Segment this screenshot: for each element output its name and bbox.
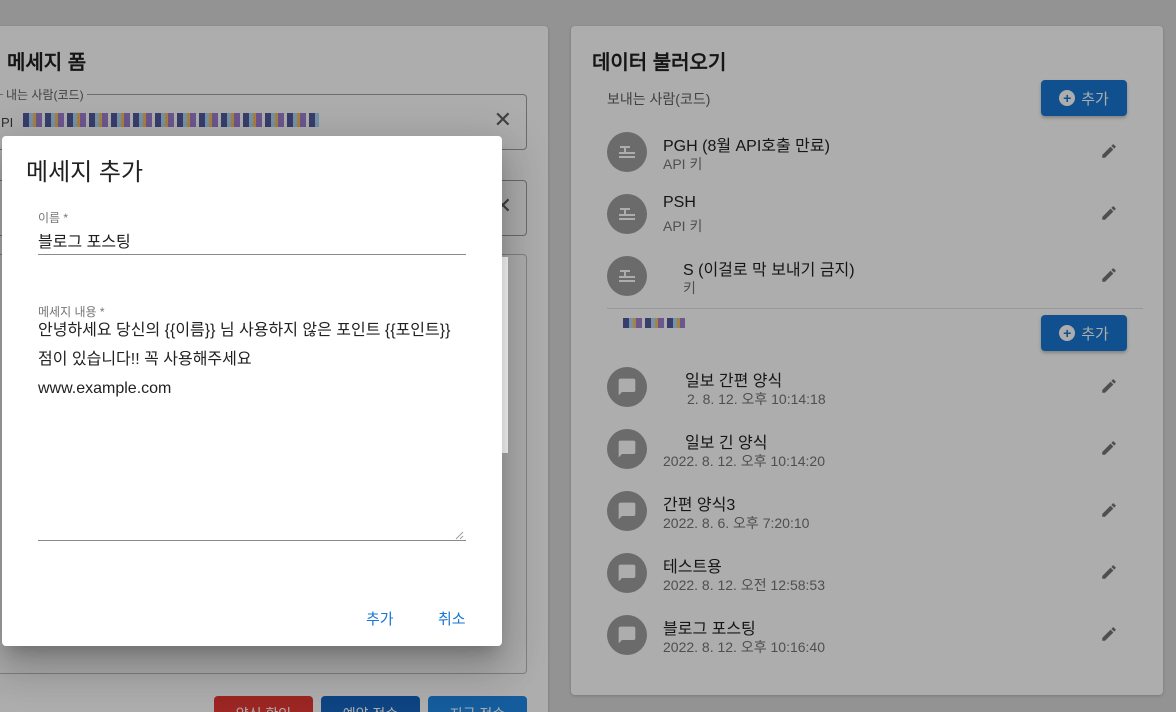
- name-input[interactable]: 블로그 포스팅: [38, 228, 131, 252]
- dialog-title: 메세지 추가: [26, 159, 144, 186]
- dialog-cancel-button[interactable]: 취소: [438, 608, 466, 629]
- name-input-underline: [38, 254, 466, 255]
- add-message-dialog: 메세지 추가 이름 * 블로그 포스팅 메세지 내용 * 안녕하세요 당신의 {…: [2, 136, 502, 646]
- render-artifact: [502, 257, 508, 453]
- name-field-label: 이름 *: [38, 211, 69, 225]
- content-textarea[interactable]: 안녕하세요 당신의 {{이름}} 님 사용하지 않은 포인트 {{포인트}} 점…: [38, 316, 462, 403]
- resize-grip-icon[interactable]: [454, 530, 464, 540]
- dialog-add-button[interactable]: 추가: [366, 608, 394, 629]
- content-textarea-underline: [38, 540, 466, 541]
